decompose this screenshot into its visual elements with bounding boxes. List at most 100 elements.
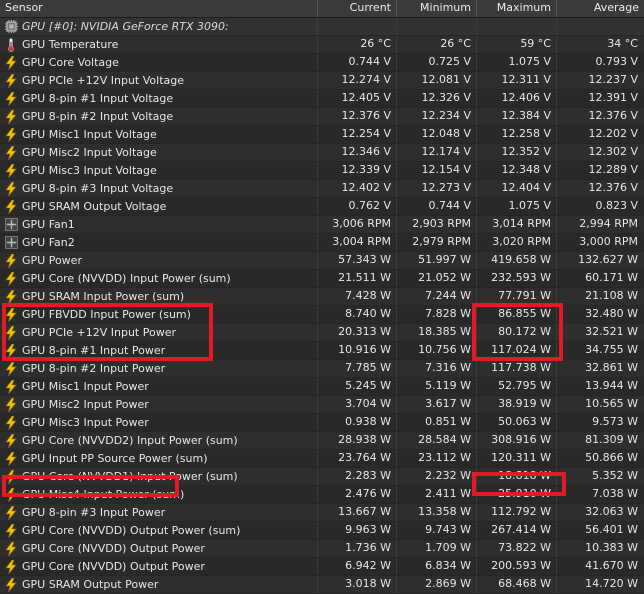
average-value: 5.352 W — [592, 469, 638, 482]
column-header-minimum[interactable]: Minimum — [397, 0, 477, 17]
sensor-name: GPU Fan2 — [22, 235, 75, 249]
sensor-row-gpu-core-nvvdd1-input-power-sum[interactable]: GPU Core (NVVDD1) Input Power (sum) 2.283… — [0, 468, 644, 486]
sensor-name: GPU 8-pin #2 Input Power — [22, 361, 166, 375]
group-row[interactable]: GPU [#0]: NVIDIA GeForce RTX 3090: — [0, 18, 644, 36]
sensor-name: GPU 8-pin #1 Input Voltage — [22, 91, 174, 105]
sensor-row-gpu-core-nvvdd-output-power-sum[interactable]: GPU Core (NVVDD) Output Power (sum) 9.963… — [0, 522, 644, 540]
sensor-row-gpu-8-pin-1-input-power[interactable]: GPU 8-pin #1 Input Power 10.916 W 10.756 W… — [0, 342, 644, 360]
column-header-sensor[interactable]: Sensor — [0, 0, 318, 17]
sensor-name: GPU Misc3 Input Power — [22, 415, 149, 429]
maximum-value: 68.468 W — [477, 576, 557, 593]
sensor-name: GPU Temperature — [22, 37, 119, 51]
sensor-name: GPU Core (NVVDD) Output Power (sum) — [22, 523, 241, 537]
column-header-current[interactable]: Current — [318, 0, 397, 17]
group-label: GPU [#0]: NVIDIA GeForce RTX 3090: — [22, 19, 229, 33]
sensor-name-cell: GPU 8-pin #2 Input Voltage — [0, 108, 318, 125]
maximum-value: 1.075 V — [477, 198, 557, 215]
bolt-icon — [4, 343, 18, 358]
sensor-row-gpu-core-nvvdd-output-power[interactable]: GPU Core (NVVDD) Output Power 6.942 W 6.83… — [0, 558, 644, 576]
minimum-value: 0.851 W — [397, 414, 477, 431]
minimum-value: 0.725 V — [397, 54, 477, 71]
bolt-icon — [4, 469, 18, 484]
average-value: 56.401 W — [585, 523, 638, 536]
current-value: 3.704 W — [318, 396, 397, 413]
maximum-value: 25.910 W — [477, 486, 557, 503]
sensor-row-gpu-core-nvvdd-input-power-sum[interactable]: GPU Core (NVVDD) Input Power (sum) 21.511… — [0, 270, 644, 288]
average-value: 13.944 W — [585, 379, 638, 392]
sensor-row-gpu-misc2-input-power[interactable]: GPU Misc2 Input Power 3.704 W 3.617 W 38.91… — [0, 396, 644, 414]
maximum-value: 117.024 W — [477, 342, 557, 359]
sensor-row-gpu-pcie-12v-input-voltage[interactable]: GPU PCIe +12V Input Voltage 12.274 V 12.08… — [0, 72, 644, 90]
current-value: 1.736 W — [318, 540, 397, 557]
sensor-row-gpu-power[interactable]: GPU Power 57.343 W 51.997 W 419.658 W 132.62… — [0, 252, 644, 270]
current-value: 7.785 W — [318, 360, 397, 377]
average-value: 2,994 RPM — [579, 217, 638, 230]
bolt-icon — [4, 397, 18, 412]
average-value: 32.063 W — [585, 505, 638, 518]
bolt-icon — [4, 199, 18, 214]
current-value: 13.667 W — [318, 504, 397, 521]
maximum-value: 52.795 W — [477, 378, 557, 395]
sensor-row-gpu-fan1[interactable]: GPU Fan1 3,006 RPM 2,903 RPM 3,014 RPM 2,994… — [0, 216, 644, 234]
sensor-row-gpu-8-pin-2-input-voltage[interactable]: GPU 8-pin #2 Input Voltage 12.376 V 12.234… — [0, 108, 644, 126]
column-header-average[interactable]: Average — [557, 0, 644, 17]
minimum-value: 2.869 W — [397, 576, 477, 593]
maximum-value: 12.404 V — [477, 180, 557, 197]
sensor-row-gpu-8-pin-3-input-voltage[interactable]: GPU 8-pin #3 Input Voltage 12.402 V 12.273… — [0, 180, 644, 198]
current-value: 0.938 W — [318, 414, 397, 431]
current-value: 12.274 V — [318, 72, 397, 89]
sensor-name: GPU Core (NVVDD2) Input Power (sum) — [22, 433, 238, 447]
maximum-value: 73.822 W — [477, 540, 557, 557]
sensor-row-gpu-core-nvvdd2-input-power-sum[interactable]: GPU Core (NVVDD2) Input Power (sum) 28.93… — [0, 432, 644, 450]
current-value: 7.428 W — [318, 288, 397, 305]
sensor-row-gpu-core-nvvdd-output-power[interactable]: GPU Core (NVVDD) Output Power 1.736 W 1.70… — [0, 540, 644, 558]
sensor-name-cell: GPU Misc2 Input Power — [0, 396, 318, 413]
average-value: 21.108 W — [585, 289, 638, 302]
maximum-value: 267.414 W — [477, 522, 557, 539]
sensor-row-gpu-fan2[interactable]: GPU Fan2 3,004 RPM 2,979 RPM 3,020 RPM 3,000… — [0, 234, 644, 252]
sensor-row-gpu-core-voltage[interactable]: GPU Core Voltage 0.744 V 0.725 V 1.075 V 0.7… — [0, 54, 644, 72]
average-value: 34.755 W — [585, 343, 638, 356]
sensor-row-gpu-8-pin-3-input-power[interactable]: GPU 8-pin #3 Input Power 13.667 W 13.358 W… — [0, 504, 644, 522]
sensor-name-cell: GPU Fan2 — [0, 234, 318, 251]
column-header-maximum[interactable]: Maximum — [477, 0, 557, 17]
current-value: 3.018 W — [318, 576, 397, 593]
maximum-value: 112.792 W — [477, 504, 557, 521]
minimum-value: 7.244 W — [397, 288, 477, 305]
minimum-value: 23.112 W — [397, 450, 477, 467]
average-value: 14.720 W — [585, 577, 638, 590]
minimum-value: 6.834 W — [397, 558, 477, 575]
bolt-icon — [4, 109, 18, 124]
fan-icon — [4, 236, 18, 250]
table-header: Sensor Current Minimum Maximum Average — [0, 0, 644, 18]
bolt-icon — [4, 487, 18, 502]
maximum-value: 120.311 W — [477, 450, 557, 467]
sensor-row-gpu-misc3-input-power[interactable]: GPU Misc3 Input Power 0.938 W 0.851 W 50.06… — [0, 414, 644, 432]
sensor-row-gpu-input-pp-source-power-sum[interactable]: GPU Input PP Source Power (sum) 23.764 W2… — [0, 450, 644, 468]
sensor-row-gpu-8-pin-2-input-power[interactable]: GPU 8-pin #2 Input Power 7.785 W 7.316 W 11… — [0, 360, 644, 378]
maximum-value: 200.593 W — [477, 558, 557, 575]
thermometer-icon — [4, 37, 18, 52]
sensor-row-gpu-sram-input-power-sum[interactable]: GPU SRAM Input Power (sum) 7.428 W 7.244 W… — [0, 288, 644, 306]
sensor-row-gpu-misc1-input-voltage[interactable]: GPU Misc1 Input Voltage 12.254 V 12.048 V1… — [0, 126, 644, 144]
sensor-row-gpu-fbvdd-input-power-sum[interactable]: GPU FBVDD Input Power (sum) 8.740 W 7.828 … — [0, 306, 644, 324]
sensor-name-cell: GPU 8-pin #3 Input Voltage — [0, 180, 318, 197]
minimum-value: 18.385 W — [397, 324, 477, 341]
average-value: 12.237 V — [588, 73, 638, 86]
sensor-row-gpu-temperature[interactable]: GPU Temperature 26 °C 26 °C 59 °C 34 °C — [0, 36, 644, 54]
current-value: 57.343 W — [318, 252, 397, 269]
maximum-value: 50.063 W — [477, 414, 557, 431]
minimum-value: 12.174 V — [397, 144, 477, 161]
sensor-row-gpu-sram-output-power[interactable]: GPU SRAM Output Power 3.018 W 2.869 W 68.46… — [0, 576, 644, 594]
sensor-row-gpu-misc2-input-voltage[interactable]: GPU Misc2 Input Voltage 12.346 V 12.174 V1… — [0, 144, 644, 162]
sensor-row-gpu-misc3-input-voltage[interactable]: GPU Misc3 Input Voltage 12.339 V 12.154 V1… — [0, 162, 644, 180]
sensor-row-gpu-misc1-input-power[interactable]: GPU Misc1 Input Power 5.245 W 5.119 W 52.79… — [0, 378, 644, 396]
current-value: 8.740 W — [318, 306, 397, 323]
bolt-icon — [4, 379, 18, 394]
average-value: 12.302 V — [588, 145, 638, 158]
sensor-row-gpu-8-pin-1-input-voltage[interactable]: GPU 8-pin #1 Input Voltage 12.405 V 12.326… — [0, 90, 644, 108]
sensor-row-gpu-misc4-input-power-sum[interactable]: GPU Misc4 Input Power (sum) 2.476 W 2.411 … — [0, 486, 644, 504]
sensor-name-cell: GPU SRAM Output Power — [0, 576, 318, 593]
sensor-row-gpu-sram-output-voltage[interactable]: GPU SRAM Output Voltage 0.762 V 0.744 V 1.0… — [0, 198, 644, 216]
sensor-row-gpu-pcie-12v-input-power[interactable]: GPU PCIe +12V Input Power 20.313 W 18.385 … — [0, 324, 644, 342]
